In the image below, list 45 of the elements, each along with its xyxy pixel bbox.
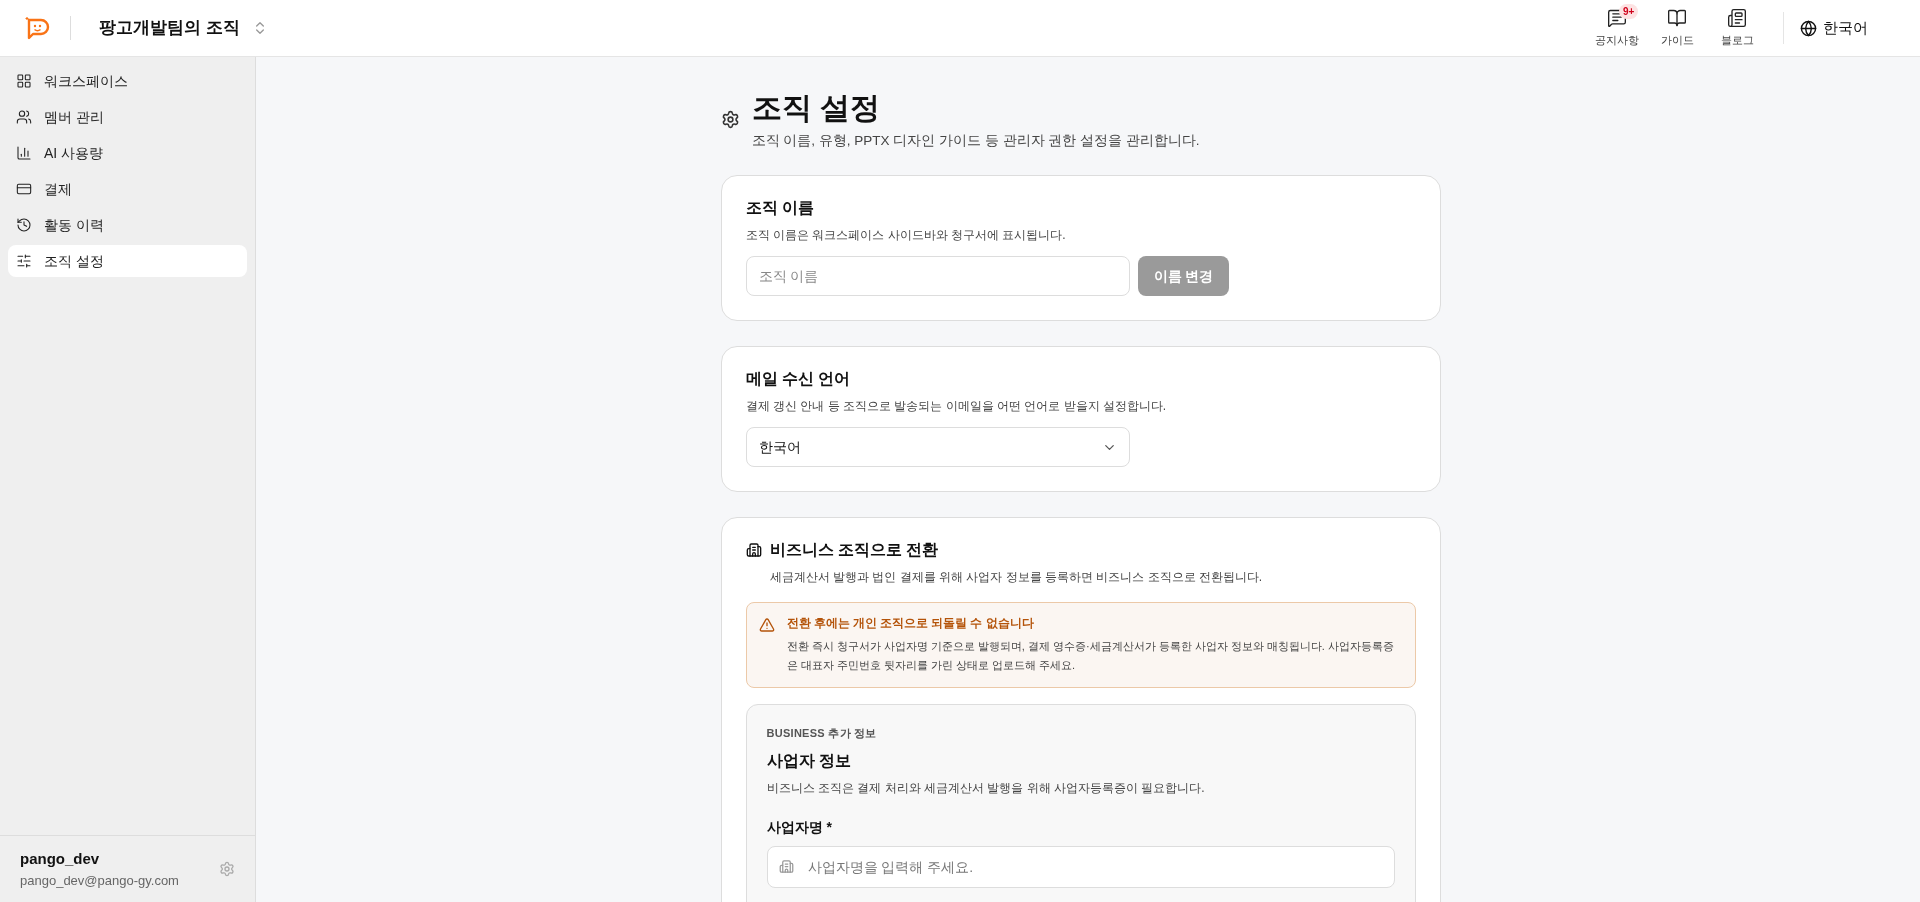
header-nav-button[interactable]: 블로그 [1709,7,1765,49]
notification-badge: 9+ [1619,3,1639,19]
newspaper-icon [1727,7,1747,28]
section-eyebrow: BUSINESS 추가 정보 [766,725,878,741]
card-title: 비즈니스 조직으로 전환 [769,540,939,561]
history-icon [16,217,32,233]
sidebar-item[interactable]: 활동 이력 [8,209,247,241]
page-subtitle: 조직 이름, 유형, PPTX 디자인 가이드 등 관리자 권한 설정을 관리합니다. [751,132,1200,150]
building-icon [745,542,762,559]
sidebar-item[interactable]: AI 사용량 [8,137,247,169]
logo-icon[interactable] [24,15,50,41]
sidebar-item[interactable]: 멤버 관리 [8,101,247,133]
sidebar-item[interactable]: 워크스페이스 [8,65,247,97]
business-name-input[interactable]: 사업자명을 입력해 주세요. [766,846,1395,888]
user-email: pango_dev@pango-gy.com [20,871,180,890]
org-switcher[interactable]: 팡고개발팀의 조직 [99,15,268,41]
language-select[interactable]: 한국어 [745,427,1130,468]
warning-text: 전환 즉시 청구서가 사업자명 기준으로 발행되며, 결제 영수증·세금계산서가 등록한 사업자 정보와 매칭됩니다. 사업자등록증은 대표자 주민번호 뒷자리를 가린 상태로 업로드해 주세요. [786,638,1395,673]
card-description: 조직 이름은 워크스페이스 사이드바와 청구서에 표시됩니다. [745,227,1067,245]
warning-icon [758,617,775,634]
warning-title: 전환 후에는 개인 조직으로 되돌릴 수 없습니다 [786,616,1035,632]
settings-icon [720,110,740,129]
globe-icon [1800,19,1817,37]
header-nav-button[interactable]: 가이드 [1649,7,1705,49]
card-title: 조직 이름 [745,198,815,219]
sidebar-item[interactable]: 결제 [8,173,247,205]
building-icon [778,859,794,874]
page-title: 조직 설정 [751,90,881,126]
org-name-input[interactable]: 조직 이름 [745,256,1130,297]
sidebar-item[interactable]: 조직 설정 [8,245,247,277]
language-button[interactable]: 한국어 [1800,16,1868,40]
settings-icon[interactable] [219,861,235,877]
sliders-icon [16,253,32,269]
bar-chart-icon [16,145,32,161]
section-title: 사업자 정보 [766,751,852,771]
user-name: pango_dev [20,849,101,869]
card-title: 메일 수신 언어 [745,369,852,390]
section-description: 비즈니스 조직은 결제 처리와 세금계산서 발행을 위해 사업자등록증이 필요합니다. [766,780,1206,797]
credit-card-icon [16,181,32,197]
card-description: 세금계산서 발행과 법인 결제를 위해 사업자 정보를 등록하면 비즈니스 조직으로 전환됩니다. [769,569,1264,587]
users-icon [16,109,32,125]
card-description: 결제 갱신 안내 등 조직으로 발송되는 이메일을 어떤 언어로 받을지 설정합니다. [745,398,1168,416]
grid-icon [16,73,32,89]
field-label: 사업자명 * [766,818,833,837]
book-icon [1667,7,1687,28]
